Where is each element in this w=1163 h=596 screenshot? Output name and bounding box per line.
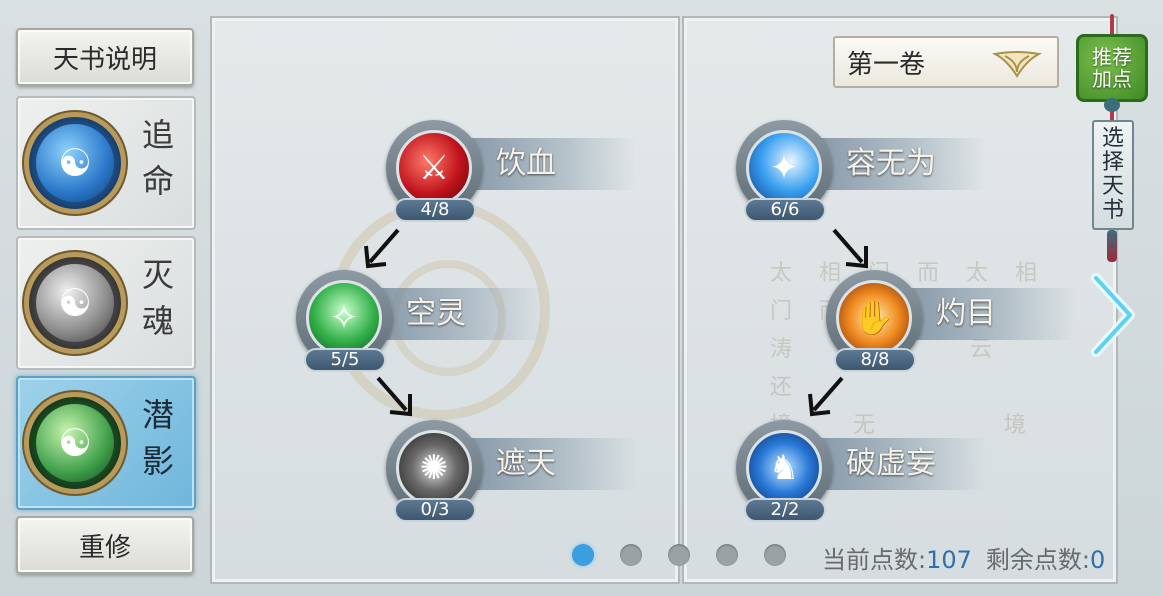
- volume-select[interactable]: 第一卷: [833, 36, 1059, 88]
- choose-book-button[interactable]: 选择天书: [1092, 120, 1134, 230]
- skill-name: 空灵: [406, 296, 466, 331]
- book-tab-zhuiming[interactable]: ☯ 追命: [16, 96, 196, 230]
- dark-whirl-icon: ✺: [396, 430, 472, 506]
- reset-button[interactable]: 重修: [16, 516, 194, 574]
- green-beast-mask-icon: ☯: [36, 404, 114, 482]
- skill-node[interactable]: 饮血 ⚔ 4/8: [386, 120, 636, 222]
- page-indicator: [572, 544, 786, 566]
- current-points-label: 当前点数:: [822, 546, 927, 574]
- skill-node[interactable]: 空灵 ✧ 5/5: [296, 270, 546, 372]
- fire-hand-icon: ✋: [836, 280, 912, 356]
- skill-name: 灼目: [936, 296, 996, 331]
- skill-node[interactable]: 破虚妄 ♞ 2/2: [736, 420, 986, 522]
- silver-lion-mask-icon: ☯: [36, 264, 114, 342]
- page-dot[interactable]: [572, 544, 594, 566]
- skill-name: 饮血: [496, 146, 556, 181]
- reset-label: 重修: [78, 532, 131, 563]
- skill-node[interactable]: 容无为 ✦ 6/6: [736, 120, 986, 222]
- skill-name: 遮天: [496, 446, 556, 481]
- current-points-value: 107: [926, 546, 972, 574]
- volume-label: 第一卷: [847, 49, 926, 80]
- tag-tassel: [1107, 230, 1117, 262]
- book-tab-miehun[interactable]: ☯ 灭魂: [16, 236, 196, 370]
- blue-figure-icon: ♞: [746, 430, 822, 506]
- tag-string: [1110, 14, 1114, 36]
- skill-node[interactable]: 遮天 ✺ 0/3: [386, 420, 636, 522]
- skill-name: 容无为: [846, 146, 936, 181]
- remaining-points-label: 剩余点数:: [985, 546, 1090, 574]
- page-dot[interactable]: [620, 544, 642, 566]
- recommend-points-button[interactable]: 推荐加点: [1076, 34, 1148, 102]
- arrow-down-left-icon: [808, 376, 844, 417]
- page-dot[interactable]: [764, 544, 786, 566]
- book-orb: ☯: [24, 112, 126, 214]
- blood-blade-icon: ⚔: [396, 130, 472, 206]
- book-orb: ☯: [24, 252, 126, 354]
- points-display: 当前点数:107 剩余点数:0: [822, 540, 1105, 575]
- blue-wave-icon: ✦: [746, 130, 822, 206]
- recommend-label: 推荐加点: [1092, 45, 1132, 91]
- blue-dragon-mask-icon: ☯: [36, 124, 114, 202]
- tag-bead: [1104, 98, 1120, 112]
- remaining-points-value: 0: [1090, 546, 1106, 574]
- skill-level: 0/3: [394, 498, 476, 522]
- skill-book-screen: 天书说明 ☯ 追命 ☯ 灭魂 ☯ 潜影 重修 太 相 门 而 太 相 门 而涛 …: [0, 0, 1163, 596]
- skill-level: 2/2: [744, 498, 826, 522]
- skill-level: 8/8: [834, 348, 916, 372]
- skill-level: 4/8: [394, 198, 476, 222]
- next-page-arrow-icon[interactable]: [1088, 272, 1138, 358]
- page-dot[interactable]: [668, 544, 690, 566]
- chevron-down-icon: [991, 51, 1043, 78]
- book-tab-qianying[interactable]: ☯ 潜影: [16, 376, 196, 510]
- skill-level: 5/5: [304, 348, 386, 372]
- arrow-down-right-icon: [832, 228, 868, 269]
- book-name: 追命: [141, 116, 174, 200]
- green-spirit-icon: ✧: [306, 280, 382, 356]
- book-orb: ☯: [24, 392, 126, 494]
- arrow-down-right-icon: [376, 376, 412, 417]
- arrow-down-left-icon: [364, 228, 400, 269]
- skill-level: 6/6: [744, 198, 826, 222]
- skill-node[interactable]: 灼目 ✋ 8/8: [826, 270, 1076, 372]
- book-name: 灭魂: [141, 256, 174, 340]
- book-help-label: 天书说明: [52, 44, 157, 75]
- book-name: 潜影: [141, 396, 174, 480]
- skill-name: 破虚妄: [846, 446, 936, 481]
- choose-label: 选择天书: [1101, 126, 1124, 223]
- book-help-button[interactable]: 天书说明: [16, 28, 194, 86]
- page-dot[interactable]: [716, 544, 738, 566]
